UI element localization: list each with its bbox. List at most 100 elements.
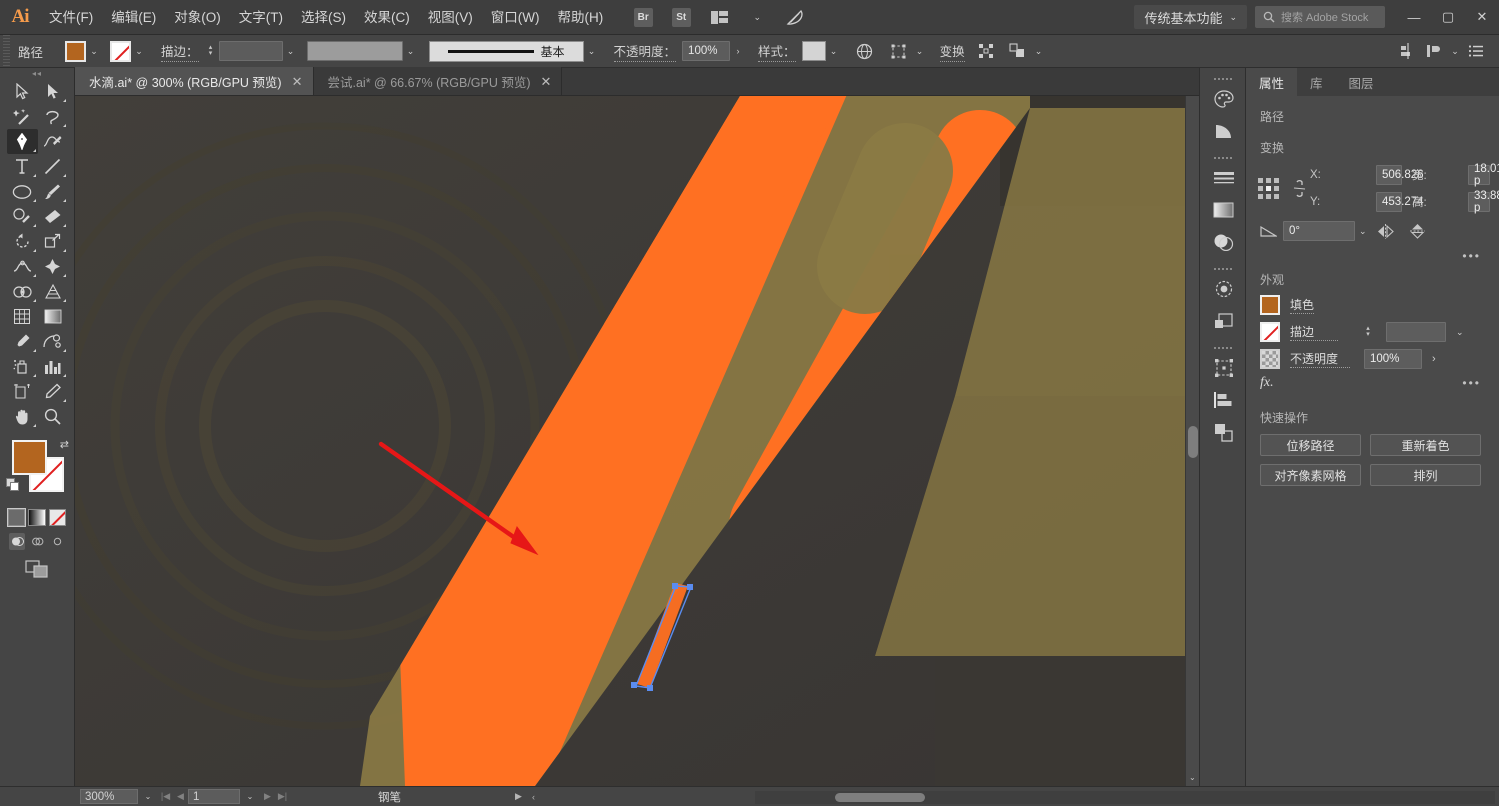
opacity-expand-icon[interactable]: › <box>1432 353 1436 365</box>
offset-path-button[interactable]: 位移路径 <box>1260 434 1361 456</box>
rotate-tool[interactable] <box>7 229 38 254</box>
curvature-tool[interactable] <box>38 129 69 154</box>
slice-tool[interactable] <box>38 379 69 404</box>
home-rocket-button[interactable] <box>782 7 808 27</box>
menu-edit[interactable]: 编辑(E) <box>102 0 165 35</box>
first-artboard-button[interactable]: |◀ <box>158 791 173 802</box>
direct-selection-tool[interactable] <box>38 79 69 104</box>
menu-effect[interactable]: 效果(C) <box>355 0 419 35</box>
type-tool[interactable] <box>7 154 38 179</box>
control-bar-grip[interactable] <box>0 34 10 68</box>
canvas-vertical-scrollbar[interactable]: ⌄ <box>1185 96 1199 786</box>
window-maximize-button[interactable]: ▢ <box>1431 0 1465 35</box>
document-canvas[interactable] <box>75 96 1199 786</box>
pathfinder-dropdown-button[interactable]: ⌄ <box>1447 41 1463 62</box>
stock-search-input[interactable]: 搜索 Adobe Stock <box>1255 6 1385 28</box>
stroke-profile-selector[interactable]: 基本 <box>428 40 584 62</box>
stroke-dropdown-button[interactable]: ⌄ <box>131 41 147 62</box>
draw-normal-button[interactable] <box>9 533 25 550</box>
window-minimize-button[interactable]: — <box>1397 0 1431 35</box>
chevron-down-icon[interactable]: ⌄ <box>1456 327 1464 338</box>
arrange-dropdown-button[interactable]: ⌄ <box>744 7 770 27</box>
pathfinder-panel-icon[interactable] <box>1200 305 1247 337</box>
status-options-button[interactable]: ‹ <box>526 792 541 802</box>
stroke-style-dropdown-button[interactable]: ⌄ <box>403 41 419 62</box>
arrange-documents-button[interactable] <box>706 7 732 27</box>
appearance-more-options-button[interactable]: ••• <box>1462 376 1481 390</box>
bridge-button[interactable]: Br <box>630 7 656 27</box>
document-tab-inactive[interactable]: 尝试.ai* @ 66.67% (RGB/GPU 预览) ✕ <box>313 67 563 95</box>
scrollbar-thumb[interactable] <box>835 793 925 802</box>
artboard-tool[interactable] <box>7 379 38 404</box>
paintbrush-tool[interactable] <box>38 179 69 204</box>
stroke-weight-stepper[interactable]: ▴ ▾ <box>205 44 217 57</box>
artboard-number-input[interactable]: 1 <box>188 789 240 804</box>
align-objects-button[interactable] <box>973 39 999 63</box>
stock-button[interactable]: St <box>668 7 694 27</box>
zoom-tool[interactable] <box>38 404 69 429</box>
canvas-horizontal-scrollbar[interactable] <box>755 791 1495 804</box>
x-input[interactable]: 506.826 <box>1376 165 1424 185</box>
eyedropper-tool[interactable] <box>7 329 38 354</box>
menu-help[interactable]: 帮助(H) <box>548 0 612 35</box>
dock-grip[interactable] <box>1200 343 1245 352</box>
symbol-sprayer-tool[interactable] <box>7 354 38 379</box>
tab-layers[interactable]: 图层 <box>1336 68 1387 96</box>
shaper-tool[interactable] <box>7 204 38 229</box>
menu-view[interactable]: 视图(V) <box>419 0 482 35</box>
fill-dropdown-button[interactable]: ⌄ <box>86 41 102 62</box>
gradient-tool[interactable] <box>38 304 69 329</box>
transform-more-options-button[interactable]: ••• <box>1462 249 1481 263</box>
panel-options-menu-button[interactable] <box>1463 39 1489 63</box>
artboard-dropdown-button[interactable]: ⌄ <box>240 792 260 801</box>
line-segment-tool[interactable] <box>38 154 69 179</box>
draw-inside-button[interactable] <box>49 533 65 550</box>
height-input[interactable]: 33.881 p <box>1468 190 1499 214</box>
dock-grip[interactable] <box>1200 153 1245 162</box>
flip-vertical-button[interactable] <box>1405 223 1431 239</box>
perspective-grid-tool[interactable] <box>38 279 69 304</box>
arrange-objects-dropdown-button[interactable]: ⌄ <box>1031 41 1047 62</box>
transform-panel-button[interactable]: 变换 <box>939 41 965 62</box>
chevron-down-icon[interactable]: ⌄ <box>1359 226 1367 237</box>
transparency-panel-icon[interactable] <box>1200 226 1247 258</box>
dock-grip[interactable] <box>1200 74 1245 83</box>
appearance-stroke-swatch[interactable] <box>1260 322 1280 342</box>
stroke-panel-icon[interactable] <box>1200 162 1247 194</box>
appearance-opacity-input[interactable]: 100% <box>1364 349 1422 369</box>
zoom-level-input[interactable]: 300% <box>80 789 138 804</box>
appearance-fill-swatch[interactable] <box>1260 295 1280 315</box>
symbols-panel-icon[interactable] <box>1200 273 1247 305</box>
stroke-profile-dropdown-button[interactable]: ⌄ <box>584 41 600 62</box>
arrange-objects-button[interactable] <box>1005 39 1031 63</box>
reference-point-selector[interactable] <box>1258 178 1279 199</box>
menu-select[interactable]: 选择(S) <box>292 0 355 35</box>
gradient-mode-button[interactable] <box>28 509 46 526</box>
lasso-tool[interactable] <box>38 104 69 129</box>
previous-artboard-button[interactable]: ◀ <box>173 791 188 802</box>
ellipse-tool[interactable] <box>7 179 38 204</box>
screen-mode-button[interactable] <box>0 550 74 578</box>
last-artboard-button[interactable]: ▶| <box>275 791 290 802</box>
select-similar-dropdown-button[interactable]: ⌄ <box>912 41 928 62</box>
scale-tool[interactable] <box>38 229 69 254</box>
tools-panel-grip[interactable]: ◂◂ <box>0 68 74 79</box>
menu-file[interactable]: 文件(F) <box>40 0 102 35</box>
graphic-style-dropdown-button[interactable]: ⌄ <box>826 41 842 62</box>
select-similar-button[interactable] <box>886 39 912 63</box>
y-input[interactable]: 453.274 <box>1376 192 1424 212</box>
toolbar-fill-swatch[interactable] <box>12 440 47 475</box>
color-panel-icon[interactable] <box>1200 83 1247 115</box>
column-graph-tool[interactable] <box>38 354 69 379</box>
transform-panel-icon[interactable] <box>1200 352 1247 384</box>
align-to-pixel-grid-button[interactable]: 对齐像素网格 <box>1260 464 1361 486</box>
tab-properties[interactable]: 属性 <box>1246 68 1298 96</box>
flip-horizontal-button[interactable] <box>1373 223 1399 239</box>
tab-libraries[interactable]: 库 <box>1297 68 1336 96</box>
appearance-stroke-stepper[interactable]: ▴ ▾ <box>1362 325 1374 338</box>
dock-grip[interactable] <box>1200 264 1245 273</box>
width-input[interactable]: 18.015 p <box>1468 163 1499 187</box>
layers-panel-icon[interactable] <box>1200 416 1247 448</box>
hand-tool[interactable] <box>7 404 38 429</box>
appearance-stroke-weight-input[interactable] <box>1386 322 1446 342</box>
